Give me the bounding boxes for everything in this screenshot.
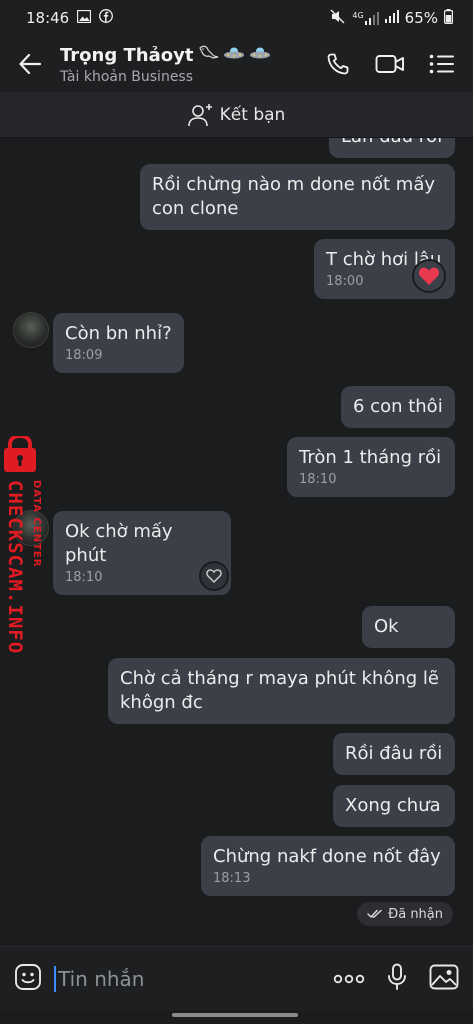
contact-info[interactable]: Trọng Thảoyt Tài khoản Business: [60, 44, 271, 85]
message-bubble[interactable]: Xong chưa: [333, 785, 455, 827]
status-time: 18:46: [26, 9, 70, 27]
sticker-smiley-icon: [15, 963, 41, 990]
message-composer: Tin nhắn: [0, 946, 473, 1010]
message-bubble[interactable]: Chừng nakf done nốt đây 18:13: [201, 836, 455, 896]
message-bubble[interactable]: Rồi đâu rồi: [333, 733, 455, 775]
watermark-subtext: DATA CENTER: [31, 480, 42, 568]
message-text: Ok chờ mấy phút: [65, 521, 173, 566]
message-bubble[interactable]: Lần đầu rồi: [329, 138, 455, 158]
navigation-handle[interactable]: [172, 1013, 298, 1017]
contact-subtitle: Tài khoản Business: [60, 68, 194, 85]
message-text: Xong chưa: [345, 795, 441, 816]
checkscam-watermark: CHECKSCAM.INFO DATA CENTER: [0, 433, 56, 666]
contact-name: Trọng Thảoyt: [60, 44, 271, 67]
message-bubble[interactable]: Còn bn nhỉ? 18:09: [53, 313, 184, 373]
ufo-emoji-icon: [249, 45, 271, 66]
list-menu-icon: [429, 54, 454, 74]
message-bubble[interactable]: 6 con thôi: [341, 386, 455, 428]
message-text: Còn bn nhỉ?: [65, 323, 172, 344]
add-friend-label: Kết bạn: [219, 104, 286, 125]
message-text: Lần đầu rồi: [341, 138, 442, 147]
watermark-text: CHECKSCAM.INFO: [4, 480, 26, 655]
message-text: Chờ cả tháng r maya phút không lẽ khôgn …: [120, 668, 439, 713]
message-text: Rồi chừng nào m done nốt mấy con clone: [152, 174, 435, 219]
image-icon: [429, 964, 459, 989]
heart-outline-icon: [206, 569, 222, 583]
back-button[interactable]: [0, 36, 60, 92]
message-input[interactable]: Tin nhắn: [54, 959, 333, 999]
message-bubble[interactable]: Rồi chừng nào m done nốt mấy con clone: [140, 164, 455, 230]
ufo-emoji-icon: [223, 45, 245, 66]
delivery-status-label: Đã nhận: [388, 906, 443, 922]
microphone-icon: [388, 963, 406, 990]
message-text: 6 con thôi: [353, 396, 443, 417]
message-text: Chừng nakf done nốt đây: [213, 846, 441, 867]
text-caret: [54, 965, 56, 992]
add-user-icon: [187, 103, 212, 126]
bird-emoji-icon: [197, 44, 219, 67]
voice-call-button[interactable]: [321, 47, 355, 81]
message-input-placeholder: Tin nhắn: [58, 966, 145, 991]
message-time: 18:10: [65, 570, 103, 585]
message-text: Rồi đâu rồi: [345, 743, 443, 764]
battery-icon: [444, 8, 454, 28]
heart-reaction[interactable]: [412, 259, 446, 293]
add-reaction-button[interactable]: [199, 561, 229, 591]
message-text: Tròn 1 tháng rồi: [299, 447, 442, 468]
add-friend-button[interactable]: Kết bạn: [0, 92, 473, 138]
phone-icon: [327, 53, 349, 75]
back-arrow-icon: [19, 54, 41, 74]
more-options-button[interactable]: [333, 969, 365, 988]
status-bar: 18:46 4G 65%: [0, 0, 473, 36]
facebook-notification-icon: [99, 9, 114, 27]
heart-icon: [418, 267, 440, 285]
double-check-icon: [367, 909, 382, 918]
message-bubble[interactable]: Chờ cả tháng r maya phút không lẽ khôgn …: [108, 658, 455, 724]
message-bubble[interactable]: Ok: [362, 606, 455, 648]
signal-icon: [384, 9, 399, 27]
message-text: Ok: [374, 616, 399, 637]
message-time: 18:09: [65, 348, 103, 363]
video-call-button[interactable]: [373, 47, 407, 81]
video-camera-icon: [375, 55, 404, 73]
signal-4g-icon: 4G: [352, 11, 379, 25]
voice-message-button[interactable]: [387, 963, 407, 995]
gallery-button[interactable]: [429, 964, 459, 994]
message-list[interactable]: Lần đầu rồi Rồi chừng nào m done nốt mấy…: [0, 138, 473, 946]
message-time: 18:10: [299, 472, 337, 487]
gallery-notification-icon: [77, 9, 92, 27]
delivery-status: Đã nhận: [357, 902, 453, 926]
menu-button[interactable]: [425, 47, 459, 81]
battery-percent: 65%: [404, 9, 438, 27]
chat-header: Trọng Thảoyt Tài khoản Business: [0, 36, 473, 92]
emoji-button[interactable]: [14, 963, 42, 995]
contact-avatar[interactable]: [13, 312, 49, 348]
message-time: 18:13: [213, 871, 251, 886]
mute-icon: [330, 9, 346, 28]
message-bubble[interactable]: Tròn 1 tháng rồi 18:10: [287, 437, 455, 497]
more-dots-icon: [333, 974, 365, 984]
